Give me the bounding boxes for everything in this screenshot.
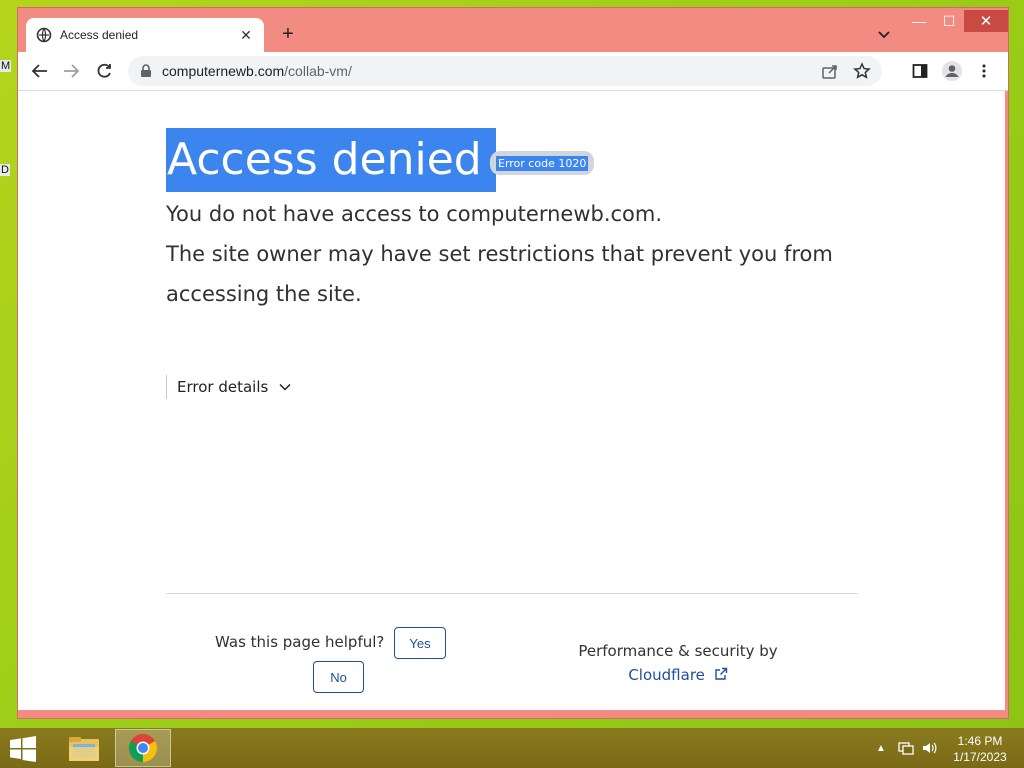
desktop-icon-fragment[interactable]: M — [0, 60, 12, 72]
performance-credit: Performance & security by Cloudflare — [558, 639, 798, 687]
address-bar[interactable]: computernewb.com/collab-vm/ — [128, 56, 882, 86]
minimize-button[interactable]: — — [902, 10, 936, 32]
windows-logo-icon — [10, 736, 36, 762]
external-link-icon — [714, 667, 727, 680]
forward-button[interactable] — [59, 59, 83, 83]
clock-time: 1:46 PM — [957, 734, 1003, 748]
performance-label: Performance & security by — [578, 642, 778, 660]
lock-icon — [140, 64, 152, 78]
desktop-icon-fragment[interactable]: D — [0, 164, 10, 176]
share-icon[interactable] — [818, 59, 842, 83]
maximize-button[interactable]: ☐ — [932, 10, 966, 32]
tab-access-denied[interactable]: Access denied ✕ — [26, 18, 264, 52]
show-hidden-icons-button[interactable]: ▲ — [874, 738, 888, 758]
access-line: You do not have access to computernewb.c… — [166, 202, 663, 226]
reload-button[interactable] — [92, 59, 116, 83]
bookmark-star-icon[interactable] — [850, 59, 874, 83]
url-domain: computernewb.com — [162, 63, 285, 79]
cloudflare-link-text[interactable]: Cloudflare — [628, 666, 705, 684]
page-title: Access denied — [166, 128, 496, 192]
title-bar: Access denied ✕ + — ☐ ✕ — [18, 8, 1008, 52]
tab-search-chevron-icon[interactable] — [874, 24, 894, 44]
taskbar: ▲ 1:46 PM 1/17/2023 — [0, 728, 1024, 768]
error-details-label: Error details — [177, 378, 269, 396]
url-path: /collab-vm/ — [284, 63, 352, 79]
folder-icon — [69, 737, 99, 761]
error-code-badge: Error code 1020 — [490, 151, 595, 175]
new-tab-button[interactable]: + — [276, 22, 300, 46]
chrome-taskbar-button[interactable] — [115, 729, 171, 767]
lead-text: You do not have access to computernewb.c… — [166, 194, 866, 314]
tab-close-icon[interactable]: ✕ — [238, 27, 254, 44]
forward-arrow-icon — [64, 64, 80, 78]
side-panel-icon[interactable] — [908, 59, 932, 83]
error-details-toggle[interactable]: Error details — [166, 375, 292, 399]
heading-wrap: Access denied — [166, 128, 496, 192]
start-button[interactable] — [8, 736, 38, 762]
footer-divider — [166, 593, 858, 594]
browser-toolbar: computernewb.com/collab-vm/ — [18, 52, 1008, 91]
file-explorer-taskbar-button[interactable] — [56, 729, 112, 767]
back-button[interactable] — [28, 59, 52, 83]
network-icon[interactable] — [896, 738, 916, 758]
clock-date: 1/17/2023 — [953, 750, 1007, 764]
tab-title: Access denied — [60, 28, 139, 42]
system-clock[interactable]: 1:46 PM 1/17/2023 — [944, 733, 1016, 765]
error-code-text: Error code 1020 — [496, 156, 589, 171]
restriction-line: The site owner may have set restrictions… — [166, 242, 833, 306]
reload-icon — [97, 63, 111, 78]
chrome-icon — [129, 734, 157, 762]
page-content: Access denied Error code 1020 You do not… — [18, 91, 1005, 710]
volume-icon[interactable] — [920, 738, 940, 758]
yes-button[interactable]: Yes — [394, 627, 446, 659]
close-window-button[interactable]: ✕ — [964, 10, 1008, 32]
url-text: computernewb.com/collab-vm/ — [162, 63, 818, 79]
chevron-down-icon — [278, 380, 292, 394]
menu-kebab-icon[interactable] — [972, 59, 996, 83]
cloudflare-link[interactable]: Cloudflare — [558, 663, 798, 687]
back-arrow-icon — [31, 64, 47, 78]
browser-window: Access denied ✕ + — ☐ ✕ computernewb.com… — [18, 8, 1008, 718]
helpful-question: Was this page helpful? — [215, 633, 385, 651]
profile-avatar-icon[interactable] — [940, 59, 964, 83]
no-button[interactable]: No — [313, 661, 364, 693]
cloudflare-favicon-icon — [36, 27, 52, 43]
